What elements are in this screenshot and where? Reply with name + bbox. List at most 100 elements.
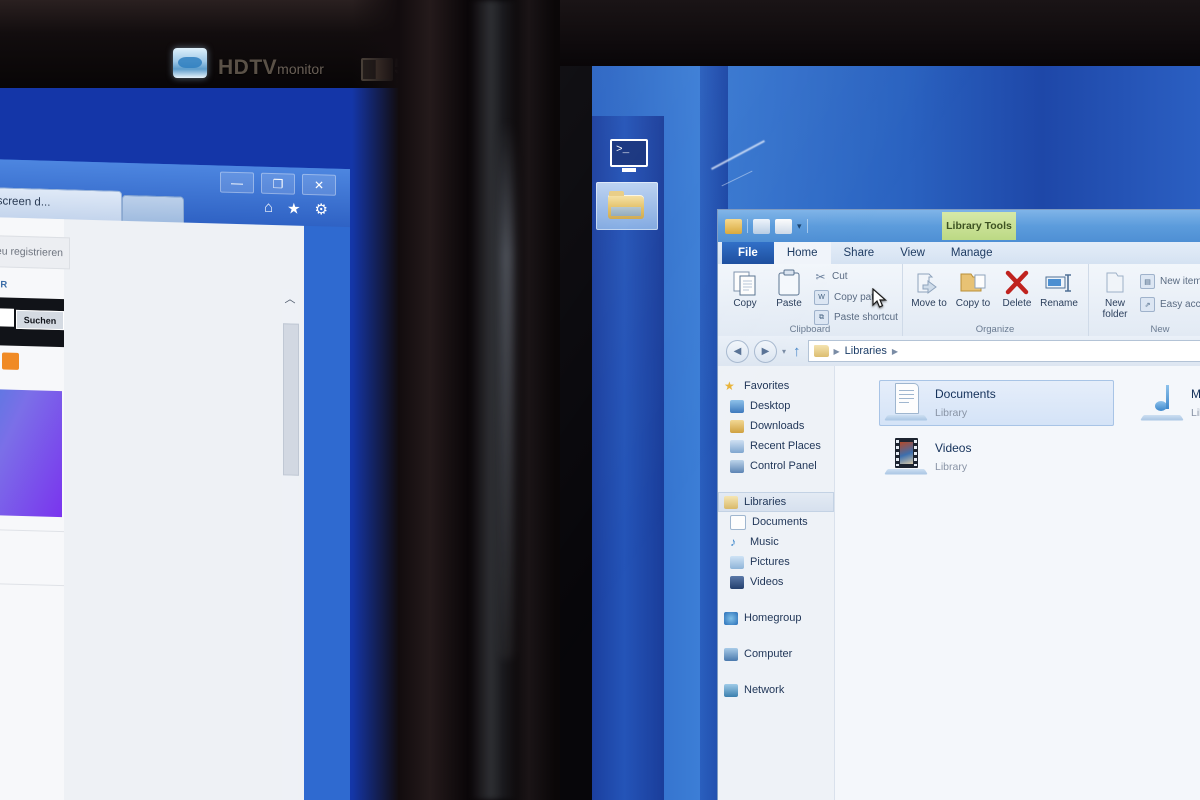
network-icon [724,683,738,697]
breadcrumb-item-libraries[interactable]: Libraries [845,345,887,357]
easy-access-button[interactable]: ⇗ Easy access ▾ [1140,297,1200,312]
divider [0,526,64,533]
delete-button[interactable]: Delete [996,268,1038,310]
tab-manage[interactable]: Manage [938,242,1006,264]
ribbon: Copy Paste ✂ Cut W Copy path ⧉ Paste sho… [718,264,1200,337]
documents-library-icon [884,383,928,423]
nav-item-downloads[interactable]: Downloads [718,416,834,436]
search-input[interactable] [0,305,14,327]
homegroup-icon [724,611,738,625]
nav-item-control-panel[interactable]: Control Panel [718,456,834,476]
new-folder-button[interactable]: New folder [1094,268,1136,320]
right-monitor-bezel [560,0,1200,66]
desktop-icon [730,399,744,413]
browser-tab[interactable]: ws 8 move start screen d... [0,184,122,222]
tab-share[interactable]: Share [831,242,888,264]
control-panel-icon [730,459,744,473]
nav-label: Homegroup [744,612,802,624]
nav-item-videos[interactable]: Videos [718,572,834,592]
bezel-specular-highlight [500,120,514,660]
copy-to-label: Copy to [955,298,991,309]
cut-button[interactable]: ✂ Cut [814,270,847,284]
copy-to-button[interactable]: Copy to [952,268,994,310]
paste-shortcut-label: Paste shortcut [834,312,898,323]
nav-item-pictures[interactable]: Pictures [718,552,834,572]
tab-home[interactable]: Home [773,242,831,264]
favorites-star-icon[interactable]: ★ [287,199,300,217]
move-to-folder-icon [908,268,950,298]
nav-item-network[interactable]: Network [718,680,834,700]
nav-label: Recent Places [750,440,821,452]
settings-gear-icon[interactable]: ⚙ [315,200,328,218]
library-name: Music [1191,387,1200,401]
music-icon: ♪ [730,534,736,549]
nav-item-documents[interactable]: Documents [718,512,834,532]
downloads-icon [730,419,744,433]
nav-item-recent-places[interactable]: Recent Places [718,436,834,456]
minimize-button[interactable]: — [220,171,254,194]
library-tools-contextual-tab[interactable]: Library Tools [942,212,1016,240]
paste-shortcut-button[interactable]: ⧉ Paste shortcut [814,310,898,325]
register-link[interactable]: Neu registrieren [0,232,70,270]
documents-icon [730,514,746,530]
home-icon[interactable]: ⌂ [264,199,273,217]
move-to-button[interactable]: Move to [908,268,950,310]
up-arrow-icon[interactable]: ↑ [793,343,801,360]
new-folder-label: New folder [1102,298,1128,320]
nav-item-epaper[interactable]: E-PAPER [0,278,8,290]
copy-button[interactable]: Copy [724,268,766,310]
new-tab-button[interactable] [122,194,184,224]
taskbar-item-command-prompt[interactable]: >_ [596,128,658,176]
paste-clipboard-icon [768,268,810,298]
star-icon: ★ [724,378,735,393]
nav-item-homegroup[interactable]: Homegroup [718,608,834,628]
social-icons-row [0,345,66,376]
library-item-documents[interactable]: Documents Library [879,380,1114,426]
library-item-music[interactable]: Music Library [1135,380,1200,426]
breadcrumb[interactable]: ▶ Libraries ▶ [807,340,1200,362]
article-hero-image[interactable] [0,386,62,518]
paste-button[interactable]: Paste [768,268,810,310]
rss-icon[interactable] [2,351,19,370]
library-subtitle: Library [935,461,968,473]
new-folder-icon[interactable] [775,218,792,234]
nav-item-libraries[interactable]: Libraries [718,492,834,512]
folder-pin-icon[interactable] [725,218,742,234]
nav-label: Desktop [750,400,791,412]
scroll-up-arrow[interactable]: ︿ [282,289,298,307]
new-item-button[interactable]: ▤ New item ▾ [1140,274,1200,289]
site-search-bar: Suchen [0,294,64,348]
rename-button[interactable]: Rename [1038,268,1080,310]
page-scrollbar[interactable]: ︿ [282,289,299,800]
easy-access-icon: ⇗ [1140,297,1155,312]
right-taskbar: >_ [592,116,664,800]
nav-item-music[interactable]: ♪ Music [718,532,834,552]
back-button[interactable]: ◀ [726,339,749,363]
close-button[interactable]: ✕ [302,173,336,196]
maximize-button[interactable]: ❐ [261,172,295,195]
forward-button[interactable]: ▶ [754,339,777,363]
explorer-title-bar: ▾ Libraries Library Tools [718,210,1200,242]
music-library-icon [1140,383,1184,423]
chevron-right-icon[interactable]: ▶ [892,347,898,356]
divider [0,580,64,587]
library-item-videos[interactable]: Videos Library [879,434,1086,480]
properties-icon[interactable] [753,218,770,234]
tab-file[interactable]: File [722,242,774,264]
ribbon-group-organize: Move to Copy to Delete Rename Organize [902,264,1089,336]
page-left-column: Neu registrieren E MOBIL E-PAPER Suchen [0,214,70,800]
nav-item-computer[interactable]: Computer [718,644,834,664]
easy-access-label: Easy access [1160,299,1200,310]
search-button[interactable]: Suchen [16,309,64,331]
nav-item-favorites[interactable]: ★ Favorites [718,376,834,396]
taskbar-item-file-explorer[interactable] [596,182,658,230]
browser-tab-title: ws 8 move start screen d... [0,193,51,209]
recent-locations-chevron-icon[interactable]: ▾ [782,347,786,356]
copy-path-button[interactable]: W Copy path [814,290,880,305]
customize-chevron-icon[interactable]: ▾ [797,221,802,232]
nav-item-desktop[interactable]: Desktop [718,396,834,416]
scrollbar-thumb[interactable] [283,323,299,476]
tab-view[interactable]: View [887,242,938,264]
